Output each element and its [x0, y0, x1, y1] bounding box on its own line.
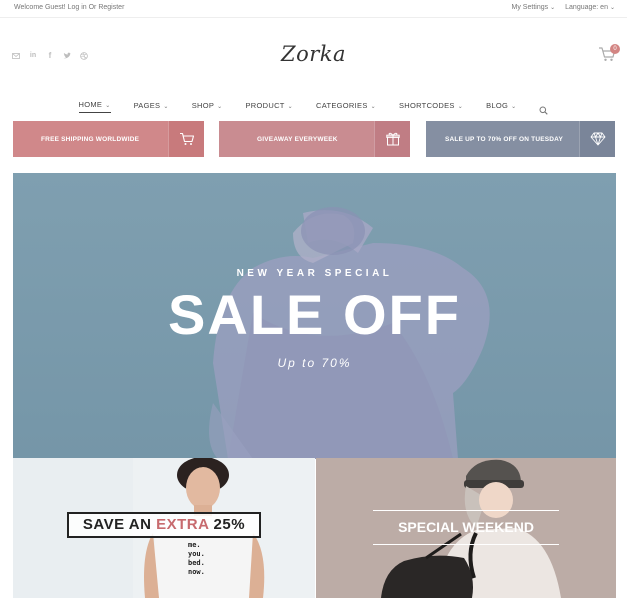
- hero-title: SALE OFF: [168, 283, 461, 346]
- nav-item-home[interactable]: HOME ⌄: [78, 100, 111, 113]
- or-label: Or: [88, 4, 97, 11]
- chevron-down-icon: ⌄: [457, 103, 464, 110]
- shirt-line: me.: [188, 541, 201, 549]
- nav-item-pages[interactable]: PAGES ⌄: [134, 101, 169, 113]
- nav-item-label: HOME: [78, 100, 103, 109]
- extra-text-a: SAVE AN: [82, 516, 157, 533]
- nav-item-label: PRODUCT: [245, 100, 285, 110]
- shirt-line: bed.: [188, 559, 205, 567]
- diamond-icon: [579, 121, 615, 157]
- promo-giveaway[interactable]: GIVEAWAY EVERYWEEK: [219, 121, 410, 157]
- register-link[interactable]: Register: [98, 4, 124, 11]
- promo-text: GIVEAWAY EVERYWEEK: [257, 135, 338, 143]
- chevron-down-icon: ⌄: [550, 5, 556, 11]
- nav-item-product[interactable]: PRODUCT ⌄: [245, 101, 293, 113]
- nav-item-label: PAGES: [133, 100, 161, 110]
- promo-free-shipping[interactable]: FREE SHIPPING WORLDWIDE: [13, 121, 204, 157]
- cart-count-badge: 0: [610, 44, 620, 54]
- cart-icon: [168, 121, 204, 157]
- shirt-text: me. you. bed. now.: [188, 541, 205, 577]
- welcome-text: Welcome Guest! Log in Or Register: [14, 4, 124, 11]
- extra-text-highlight: EXTRA: [156, 516, 209, 533]
- hero-banner[interactable]: NEW YEAR SPECIAL SALE OFF Up to 70%: [13, 173, 616, 459]
- nav-item-label: SHORTCODES: [398, 100, 455, 110]
- chevron-down-icon: ⌄: [105, 103, 111, 109]
- tile-special-weekend[interactable]: SPECIAL WEEKEND: [316, 458, 616, 598]
- shirt-line: now.: [188, 568, 205, 576]
- extra-discount-label: SAVE AN EXTRA 25%: [67, 512, 261, 538]
- site-logo[interactable]: Zorka: [0, 42, 627, 66]
- chevron-down-icon: ⌄: [163, 103, 169, 110]
- promo-text: FREE SHIPPING WORLDWIDE: [41, 135, 140, 143]
- nav-item-label: BLOG: [486, 100, 509, 110]
- nav-item-categories[interactable]: CATEGORIES ⌄: [316, 101, 376, 113]
- extra-text-b: 25%: [208, 516, 246, 533]
- hero-kicker: NEW YEAR SPECIAL: [236, 268, 393, 279]
- tile-extra-discount[interactable]: me. you. bed. now. SAVE AN EXTRA 25%: [13, 458, 315, 598]
- nav-item-shop[interactable]: SHOP ⌄: [192, 101, 223, 113]
- language-dropdown[interactable]: Language: en ⌄: [565, 4, 615, 11]
- cart-button[interactable]: 0: [598, 44, 620, 66]
- nav-item-label: CATEGORIES: [316, 100, 368, 110]
- chevron-down-icon: ⌄: [217, 103, 223, 110]
- welcome-label: Welcome Guest!: [14, 4, 66, 11]
- language-label: Language: en: [565, 4, 608, 11]
- promo-tuesday-sale[interactable]: SALE UP TO 70% OFF ON TUESDAY: [426, 121, 615, 157]
- login-link[interactable]: Log in: [68, 4, 87, 11]
- main-nav: HOME ⌄ PAGES ⌄ SHOP ⌄ PRODUCT ⌄ CATEGORIES ⌄ …: [0, 100, 627, 115]
- chevron-down-icon: ⌄: [370, 103, 376, 110]
- shirt-line: you.: [188, 550, 205, 558]
- promo-text: SALE UP TO 70% OFF ON TUESDAY: [445, 135, 564, 143]
- special-weekend-label: SPECIAL WEEKEND: [373, 510, 559, 545]
- chevron-down-icon: ⌄: [511, 103, 517, 110]
- nav-item-shortcodes[interactable]: SHORTCODES ⌄: [399, 101, 463, 113]
- nav-item-label: SHOP: [191, 100, 215, 110]
- my-settings-label: My Settings: [511, 4, 549, 11]
- top-bar: Welcome Guest! Log in Or Register My Set…: [0, 0, 627, 18]
- gift-icon: [374, 121, 410, 157]
- my-settings-dropdown[interactable]: My Settings ⌄: [512, 4, 556, 11]
- hero-subtitle: Up to 70%: [277, 356, 352, 370]
- chevron-down-icon: ⌄: [287, 103, 293, 110]
- nav-item-blog[interactable]: BLOG ⌄: [486, 101, 516, 113]
- search-icon[interactable]: [539, 102, 549, 115]
- chevron-down-icon: ⌄: [609, 5, 615, 11]
